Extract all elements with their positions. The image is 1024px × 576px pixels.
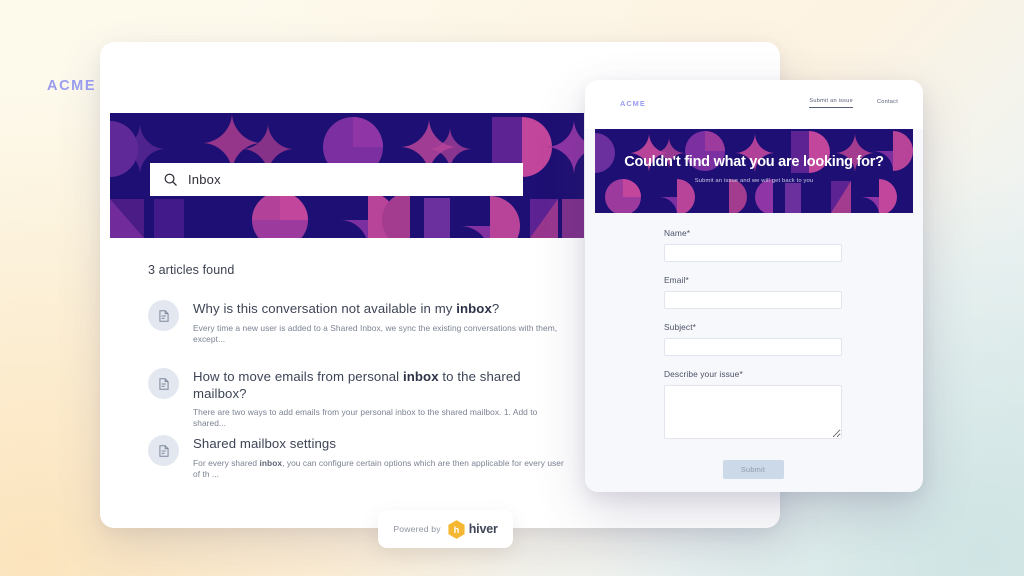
search-banner: Inbox bbox=[110, 113, 584, 238]
hiver-wordmark: hiver bbox=[468, 522, 498, 536]
article-description: Every time a new user is added to a Shar… bbox=[193, 322, 558, 344]
hero-pattern-icon bbox=[595, 131, 913, 213]
form-acme-logo[interactable]: ACME bbox=[620, 99, 646, 108]
hiver-logo[interactable]: h hiver bbox=[448, 519, 498, 539]
article-title: Shared mailbox settings bbox=[193, 436, 337, 451]
powered-by-label: Powered by bbox=[393, 524, 441, 534]
submit-issue-card: ACME Submit an issue Contact Couldn't fi… bbox=[585, 80, 923, 492]
search-input-value: Inbox bbox=[188, 172, 221, 187]
search-icon bbox=[164, 173, 177, 186]
powered-by-footer: Powered by h hiver bbox=[378, 510, 513, 548]
submit-button[interactable]: Submit bbox=[722, 460, 784, 479]
article-list-item[interactable]: How to move emails from personal inbox t… bbox=[148, 368, 568, 430]
name-field[interactable] bbox=[664, 244, 842, 262]
article-icon bbox=[148, 300, 179, 331]
subject-field[interactable] bbox=[664, 338, 842, 356]
article-list-item[interactable]: Shared mailbox settings For every shared… bbox=[148, 435, 568, 480]
search-input[interactable]: Inbox bbox=[150, 163, 523, 196]
name-label: Name* bbox=[664, 228, 691, 238]
results-count: 3 articles found bbox=[148, 263, 235, 277]
article-icon bbox=[148, 368, 179, 399]
email-field[interactable] bbox=[664, 291, 842, 309]
article-description: There are two ways to add emails from yo… bbox=[193, 407, 538, 429]
issue-form: Name* Email* Subject* Describe your issu… bbox=[664, 228, 842, 479]
article-icon bbox=[148, 435, 179, 466]
svg-text:h: h bbox=[453, 524, 459, 534]
article-title: Why is this conversation not available i… bbox=[193, 301, 500, 316]
form-hero-banner: Couldn't find what you are looking for? … bbox=[595, 129, 913, 213]
email-label: Email* bbox=[664, 275, 689, 285]
subject-label: Subject* bbox=[664, 322, 696, 332]
hero-subtitle: Submit an issue and we will get back to … bbox=[694, 178, 814, 184]
article-list-item[interactable]: Why is this conversation not available i… bbox=[148, 300, 568, 345]
nav-submit-an-issue[interactable]: Submit an issue bbox=[809, 98, 853, 108]
form-nav: Submit an issue Contact bbox=[809, 98, 898, 108]
article-description: For every shared inbox, you can configur… bbox=[193, 457, 564, 479]
nav-contact[interactable]: Contact bbox=[877, 99, 898, 108]
acme-logo[interactable]: ACME bbox=[47, 78, 96, 94]
hero-title: Couldn't find what you are looking for? bbox=[624, 154, 884, 170]
article-title: How to move emails from personal inbox t… bbox=[193, 369, 521, 401]
describe-issue-label: Describe your issue* bbox=[664, 369, 743, 379]
hexagon-icon: h bbox=[448, 519, 465, 539]
describe-issue-field[interactable] bbox=[664, 385, 842, 439]
